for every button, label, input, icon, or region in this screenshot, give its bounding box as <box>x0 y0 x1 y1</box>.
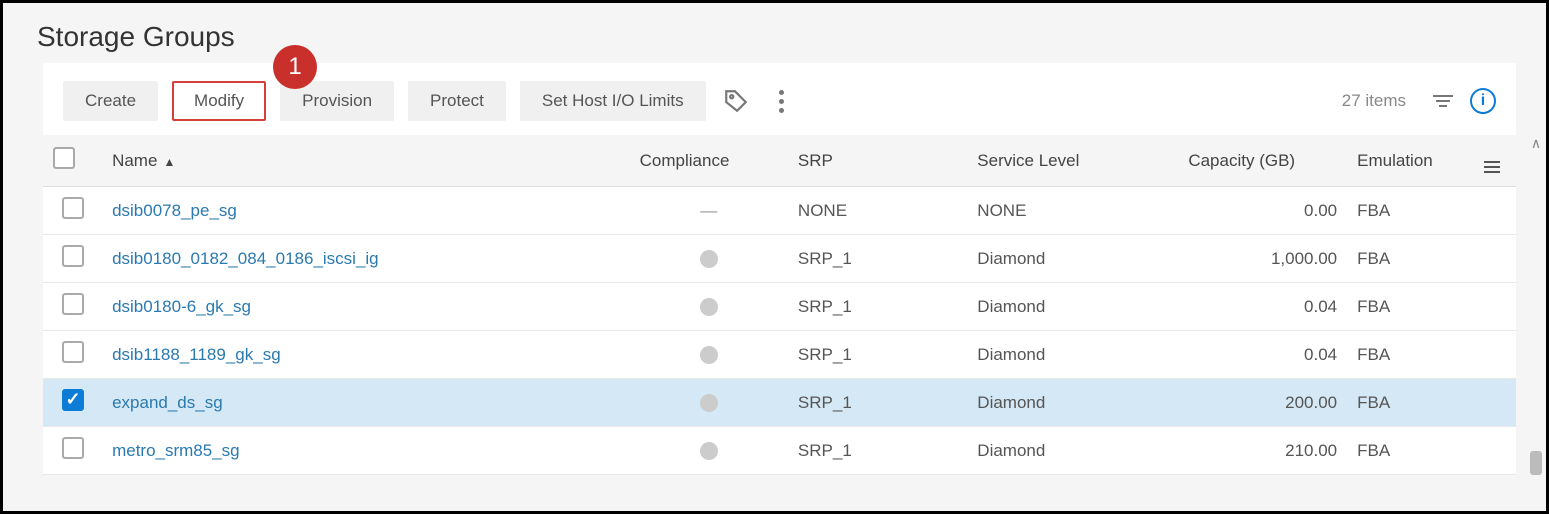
srp-cell: SRP_1 <box>788 427 967 475</box>
table-scroll-area: Name▲ Compliance SRP Service Level Capac… <box>43 135 1516 475</box>
srp-cell: SRP_1 <box>788 379 967 427</box>
items-count: 27 items <box>1342 91 1406 111</box>
select-all-checkbox[interactable] <box>53 147 75 169</box>
capacity-cell: 0.00 <box>1178 187 1347 235</box>
row-checkbox[interactable] <box>62 245 84 267</box>
srp-cell: NONE <box>788 187 967 235</box>
compliance-status-icon <box>700 394 718 412</box>
filter-icon[interactable] <box>1430 88 1456 114</box>
compliance-none-icon: — <box>700 201 717 220</box>
service-level-cell: Diamond <box>967 379 1178 427</box>
vertical-scrollbar[interactable]: ∧ <box>1530 135 1542 475</box>
tag-icon[interactable] <box>720 85 752 117</box>
storage-group-link[interactable]: expand_ds_sg <box>112 393 223 412</box>
create-button[interactable]: Create <box>63 81 158 121</box>
storage-group-link[interactable]: dsib0180_0182_084_0186_iscsi_ig <box>112 249 379 268</box>
main-panel: Create Modify Provision Protect Set Host… <box>43 63 1516 475</box>
table-row[interactable]: dsib1188_1189_gk_sg SRP_1Diamond0.04FBA <box>43 331 1516 379</box>
emulation-cell: FBA <box>1347 187 1474 235</box>
service-level-cell: Diamond <box>967 283 1178 331</box>
column-settings-icon[interactable] <box>1474 135 1516 187</box>
table-row[interactable]: expand_ds_sg SRP_1Diamond200.00FBA <box>43 379 1516 427</box>
column-header-name[interactable]: Name▲ <box>102 135 630 187</box>
emulation-cell: FBA <box>1347 235 1474 283</box>
scroll-up-icon[interactable]: ∧ <box>1530 135 1542 152</box>
row-checkbox[interactable] <box>62 341 84 363</box>
srp-cell: SRP_1 <box>788 235 967 283</box>
service-level-cell: Diamond <box>967 235 1178 283</box>
capacity-cell: 210.00 <box>1178 427 1347 475</box>
capacity-cell: 1,000.00 <box>1178 235 1347 283</box>
row-checkbox[interactable] <box>62 437 84 459</box>
compliance-status-icon <box>700 346 718 364</box>
storage-group-link[interactable]: dsib0180-6_gk_sg <box>112 297 251 316</box>
set-host-io-limits-button[interactable]: Set Host I/O Limits <box>520 81 706 121</box>
emulation-cell: FBA <box>1347 331 1474 379</box>
row-checkbox[interactable] <box>62 293 84 315</box>
emulation-cell: FBA <box>1347 379 1474 427</box>
capacity-cell: 0.04 <box>1178 283 1347 331</box>
column-header-capacity[interactable]: Capacity (GB) <box>1178 135 1347 187</box>
compliance-status-icon <box>700 250 718 268</box>
emulation-cell: FBA <box>1347 427 1474 475</box>
srp-cell: SRP_1 <box>788 283 967 331</box>
scroll-thumb[interactable] <box>1530 451 1542 475</box>
storage-group-link[interactable]: metro_srm85_sg <box>112 441 240 460</box>
service-level-cell: Diamond <box>967 331 1178 379</box>
annotation-badge-1: 1 <box>273 45 317 89</box>
protect-button[interactable]: Protect <box>408 81 506 121</box>
table-row[interactable]: dsib0078_pe_sg—NONENONE0.00FBA <box>43 187 1516 235</box>
storage-groups-table: Name▲ Compliance SRP Service Level Capac… <box>43 135 1516 475</box>
emulation-cell: FBA <box>1347 283 1474 331</box>
storage-group-link[interactable]: dsib1188_1189_gk_sg <box>112 345 281 364</box>
column-header-compliance[interactable]: Compliance <box>630 135 788 187</box>
sort-ascending-icon: ▲ <box>163 155 175 169</box>
info-icon[interactable]: i <box>1470 88 1496 114</box>
toolbar: Create Modify Provision Protect Set Host… <box>43 63 1516 135</box>
table-row[interactable]: dsib0180-6_gk_sg SRP_1Diamond0.04FBA <box>43 283 1516 331</box>
storage-group-link[interactable]: dsib0078_pe_sg <box>112 201 237 220</box>
compliance-status-icon <box>700 298 718 316</box>
more-actions-icon[interactable] <box>766 85 798 117</box>
srp-cell: SRP_1 <box>788 331 967 379</box>
capacity-cell: 200.00 <box>1178 379 1347 427</box>
modify-button[interactable]: Modify <box>172 81 266 121</box>
row-checkbox[interactable] <box>62 389 84 411</box>
column-header-emulation[interactable]: Emulation <box>1347 135 1474 187</box>
column-header-srp[interactable]: SRP <box>788 135 967 187</box>
table-row[interactable]: dsib0180_0182_084_0186_iscsi_ig SRP_1Diam… <box>43 235 1516 283</box>
service-level-cell: Diamond <box>967 427 1178 475</box>
page-title: Storage Groups <box>3 3 1546 63</box>
column-header-service-level[interactable]: Service Level <box>967 135 1178 187</box>
table-row[interactable]: metro_srm85_sg SRP_1Diamond210.00FBA <box>43 427 1516 475</box>
capacity-cell: 0.04 <box>1178 331 1347 379</box>
row-checkbox[interactable] <box>62 197 84 219</box>
service-level-cell: NONE <box>967 187 1178 235</box>
compliance-status-icon <box>700 442 718 460</box>
